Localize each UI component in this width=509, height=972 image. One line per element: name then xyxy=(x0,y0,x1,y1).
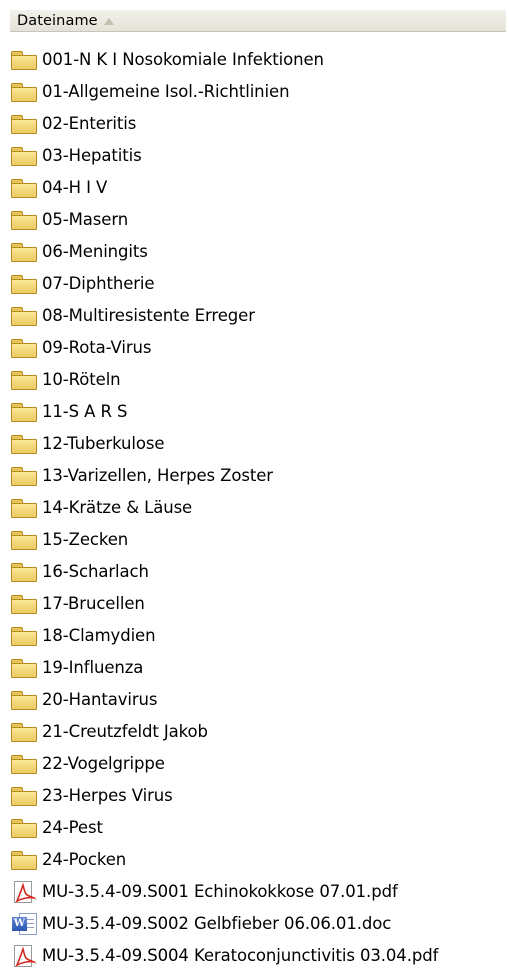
folder-icon xyxy=(10,753,42,775)
folder-item[interactable]: 001-N K I Nosokomiale Infektionen xyxy=(10,44,438,76)
folder-icon xyxy=(10,529,42,551)
folder-item[interactable]: 11-S A R S xyxy=(10,396,438,428)
file-list: 001-N K I Nosokomiale Infektionen 01-Allg… xyxy=(10,44,438,972)
sort-ascending-icon xyxy=(103,17,114,25)
pdf-file-icon xyxy=(10,945,42,967)
folder-item[interactable]: 17-Brucellen xyxy=(10,588,438,620)
folder-item[interactable]: 21-Creutzfeldt Jakob xyxy=(10,716,438,748)
folder-name: 11-S A R S xyxy=(42,402,128,421)
word-document-icon: W xyxy=(10,913,42,935)
file-item[interactable]: MU-3.5.4-09.S004 Keratoconjunctivitis 03… xyxy=(10,940,438,972)
folder-item[interactable]: 22-Vogelgrippe xyxy=(10,748,438,780)
folder-icon xyxy=(10,145,42,167)
folder-name: 08-Multiresistente Erreger xyxy=(42,306,255,325)
folder-name: 001-N K I Nosokomiale Infektionen xyxy=(42,50,324,69)
folder-icon xyxy=(10,337,42,359)
folder-name: 19-Influenza xyxy=(42,658,144,677)
folder-icon xyxy=(10,849,42,871)
folder-icon xyxy=(10,657,42,679)
folder-name: 15-Zecken xyxy=(42,530,129,549)
folder-name: 24-Pest xyxy=(42,818,103,837)
column-header-filename[interactable]: Dateiname xyxy=(10,10,506,32)
folder-item[interactable]: 10-Röteln xyxy=(10,364,438,396)
folder-item[interactable]: 04-H I V xyxy=(10,172,438,204)
folder-icon xyxy=(10,273,42,295)
folder-name: 17-Brucellen xyxy=(42,594,145,613)
folder-name: 23-Herpes Virus xyxy=(42,786,173,805)
folder-name: 05-Masern xyxy=(42,210,129,229)
folder-name: 07-Diphtherie xyxy=(42,274,155,293)
folder-icon xyxy=(10,465,42,487)
folder-name: 12-Tuberkulose xyxy=(42,434,165,453)
folder-item[interactable]: 15-Zecken xyxy=(10,524,438,556)
folder-item[interactable]: 13-Varizellen, Herpes Zoster xyxy=(10,460,438,492)
folder-item[interactable]: 24-Pest xyxy=(10,812,438,844)
folder-name: 01-Allgemeine Isol.-Richtlinien xyxy=(42,82,290,101)
folder-item[interactable]: 07-Diphtherie xyxy=(10,268,438,300)
folder-icon xyxy=(10,177,42,199)
folder-name: 18-Clamydien xyxy=(42,626,156,645)
folder-item[interactable]: 12-Tuberkulose xyxy=(10,428,438,460)
folder-item[interactable]: 01-Allgemeine Isol.-Richtlinien xyxy=(10,76,438,108)
folder-icon xyxy=(10,785,42,807)
folder-name: 13-Varizellen, Herpes Zoster xyxy=(42,466,273,485)
folder-item[interactable]: 16-Scharlach xyxy=(10,556,438,588)
folder-icon xyxy=(10,241,42,263)
folder-name: 04-H I V xyxy=(42,178,108,197)
folder-name: 16-Scharlach xyxy=(42,562,149,581)
folder-icon xyxy=(10,113,42,135)
folder-icon xyxy=(10,209,42,231)
folder-icon xyxy=(10,497,42,519)
folder-name: 09-Rota-Virus xyxy=(42,338,152,357)
folder-icon xyxy=(10,561,42,583)
folder-icon xyxy=(10,49,42,71)
folder-icon xyxy=(10,433,42,455)
folder-item[interactable]: 24-Pocken xyxy=(10,844,438,876)
folder-name: 03-Hepatitis xyxy=(42,146,142,165)
folder-item[interactable]: 20-Hantavirus xyxy=(10,684,438,716)
folder-name: 20-Hantavirus xyxy=(42,690,158,709)
folder-item[interactable]: 03-Hepatitis xyxy=(10,140,438,172)
file-name: MU-3.5.4-09.S001 Echinokokkose 07.01.pdf xyxy=(42,882,398,901)
folder-item[interactable]: 18-Clamydien xyxy=(10,620,438,652)
folder-item[interactable]: 09-Rota-Virus xyxy=(10,332,438,364)
folder-name: 22-Vogelgrippe xyxy=(42,754,165,773)
folder-item[interactable]: 02-Enteritis xyxy=(10,108,438,140)
file-name: MU-3.5.4-09.S002 Gelbfieber 06.06.01.doc xyxy=(42,914,392,933)
folder-icon xyxy=(10,593,42,615)
folder-icon xyxy=(10,817,42,839)
folder-icon xyxy=(10,721,42,743)
folder-icon xyxy=(10,81,42,103)
folder-icon xyxy=(10,369,42,391)
folder-item[interactable]: 19-Influenza xyxy=(10,652,438,684)
folder-name: 21-Creutzfeldt Jakob xyxy=(42,722,208,741)
folder-icon xyxy=(10,625,42,647)
folder-name: 02-Enteritis xyxy=(42,114,137,133)
file-item[interactable]: MU-3.5.4-09.S001 Echinokokkose 07.01.pdf xyxy=(10,876,438,908)
folder-name: 24-Pocken xyxy=(42,850,127,869)
pdf-file-icon xyxy=(10,881,42,903)
folder-name: 06-Meningits xyxy=(42,242,148,261)
folder-icon xyxy=(10,689,42,711)
folder-name: 14-Krätze & Läuse xyxy=(42,498,193,517)
folder-item[interactable]: 05-Masern xyxy=(10,204,438,236)
folder-name: 10-Röteln xyxy=(42,370,121,389)
folder-item[interactable]: 06-Meningits xyxy=(10,236,438,268)
folder-item[interactable]: 14-Krätze & Läuse xyxy=(10,492,438,524)
folder-item[interactable]: 23-Herpes Virus xyxy=(10,780,438,812)
folder-icon xyxy=(10,401,42,423)
folder-icon xyxy=(10,305,42,327)
column-header-label: Dateiname xyxy=(17,12,98,29)
file-item[interactable]: W MU-3.5.4-09.S002 Gelbfieber 06.06.01.do… xyxy=(10,908,438,940)
folder-item[interactable]: 08-Multiresistente Erreger xyxy=(10,300,438,332)
file-name: MU-3.5.4-09.S004 Keratoconjunctivitis 03… xyxy=(42,946,439,965)
